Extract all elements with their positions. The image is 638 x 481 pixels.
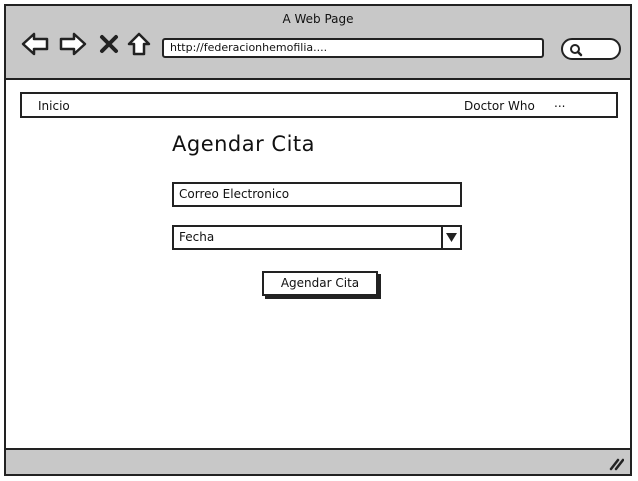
- browser-window: A Web Page http://federacionhemofilia...…: [4, 4, 632, 476]
- address-bar[interactable]: http://federacionhemofilia....: [162, 38, 544, 58]
- dropdown-arrow-button[interactable]: [441, 227, 460, 248]
- date-select-value: Fecha: [179, 230, 215, 244]
- home-icon: [127, 32, 151, 56]
- home-button[interactable]: [124, 29, 154, 59]
- menu-item-more[interactable]: ...: [554, 96, 565, 110]
- menu-item-doctor-who[interactable]: Doctor Who: [464, 99, 535, 113]
- nav-menu: Inicio Doctor Who ...: [20, 92, 618, 118]
- forward-button[interactable]: [58, 29, 88, 59]
- triangle-down-icon: [446, 233, 457, 242]
- close-icon: [100, 35, 118, 53]
- agendar-cita-button[interactable]: Agendar Cita: [262, 271, 378, 296]
- search-icon: [570, 44, 583, 57]
- page-title: Agendar Cita: [172, 132, 316, 156]
- status-bar: [6, 448, 630, 474]
- search-box[interactable]: [561, 38, 621, 60]
- stop-button[interactable]: [94, 29, 124, 59]
- browser-toolbar: A Web Page http://federacionhemofilia...…: [6, 6, 630, 80]
- menu-item-inicio[interactable]: Inicio: [38, 99, 70, 113]
- date-select[interactable]: Fecha: [172, 225, 462, 250]
- window-title: A Web Page: [282, 12, 354, 26]
- back-button[interactable]: [20, 29, 50, 59]
- resize-grip-icon[interactable]: [608, 455, 624, 471]
- arrow-left-icon: [21, 32, 49, 56]
- email-field[interactable]: Correo Electronico: [172, 182, 462, 207]
- arrow-right-icon: [59, 32, 87, 56]
